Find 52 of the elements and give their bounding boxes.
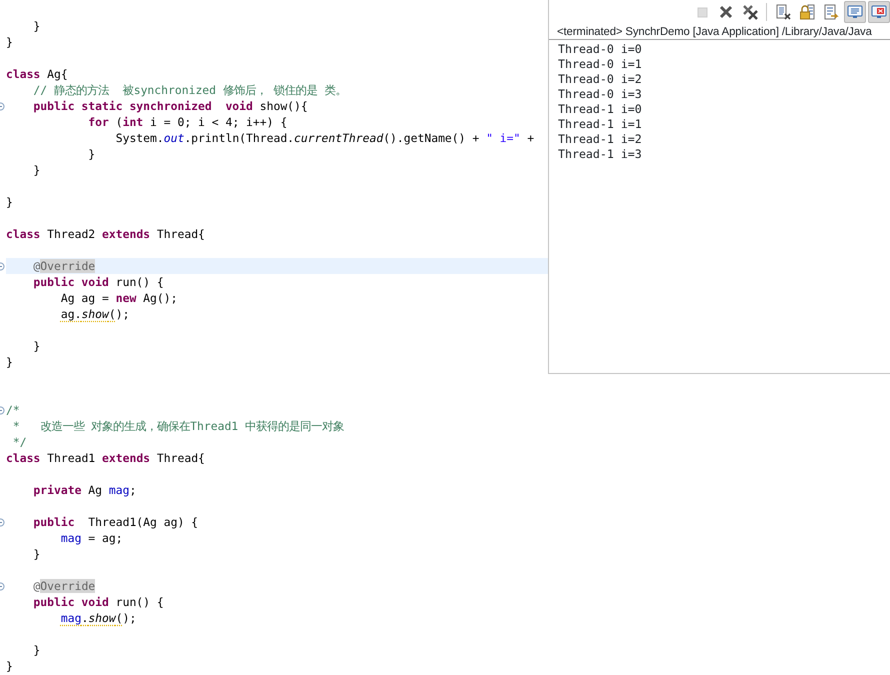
fold-icon[interactable]: [0, 406, 5, 414]
code-line: class Thread1 extends Thread{: [6, 450, 205, 466]
code-line: for (int i = 0; i < 4; i++) {: [87, 114, 288, 130]
fold-icon[interactable]: [0, 518, 5, 526]
monitor-error-button[interactable]: [868, 1, 890, 23]
code-line: }: [6, 34, 13, 50]
code-line: public Thread1(Ag ag) {: [32, 514, 198, 530]
fold-icon[interactable]: [0, 262, 5, 270]
code-line: }: [32, 18, 40, 34]
code-line: * 改造一些 对象的生成，确保在Thread1 中获得的是同一对象: [12, 418, 344, 434]
monitor-icon: [847, 4, 863, 20]
code-line: mag.show();: [60, 610, 136, 626]
document-x-icon: [775, 4, 791, 20]
console-output-line: Thread-1 i=0: [558, 102, 643, 117]
code-line: */: [12, 434, 27, 450]
code-line: // 静态的方法 被synchronized 修饰后， 锁住的是 类。: [32, 82, 347, 98]
code-line: public void run() {: [32, 594, 164, 610]
code-line: }: [6, 354, 13, 370]
code-line: mag = ag;: [60, 530, 123, 546]
code-line: public void run() {: [32, 274, 164, 290]
code-line: Ag ag = new Ag();: [60, 290, 178, 306]
code-line: }: [32, 162, 40, 178]
code-line: @Override: [32, 578, 96, 594]
code-line: }: [32, 642, 40, 658]
console-header: <terminated> SynchrDemo [Java Application] /Library/Java/Java: [549, 24, 890, 40]
code-line: class Thread2 extends Thread{: [6, 226, 205, 242]
console-output-line: Thread-1 i=1: [558, 117, 643, 132]
code-line: /*: [6, 402, 20, 418]
console-output-line: Thread-1 i=3: [558, 147, 643, 162]
code-line: }: [6, 194, 13, 210]
console-output-line: Thread-0 i=0: [558, 42, 643, 57]
console-output-line: Thread-0 i=1: [558, 57, 643, 72]
fold-icon[interactable]: [0, 582, 5, 590]
monitor-button[interactable]: [844, 1, 866, 23]
code-line: }: [6, 658, 13, 674]
code-line: ag.show();: [60, 306, 130, 322]
code-line: public static synchronized void show(){: [32, 98, 308, 114]
document-arrow-icon: [823, 4, 839, 20]
console-output-line: Thread-1 i=2: [558, 132, 643, 147]
console-output-line: Thread-0 i=2: [558, 72, 643, 87]
double-x-icon: [742, 4, 758, 20]
code-line: System.out.println(Thread.currentThread().getName() + " i=" +: [114, 130, 534, 146]
code-line: private Ag mag;: [32, 482, 136, 498]
code-line: }: [87, 146, 96, 162]
close-icon: [718, 4, 734, 20]
monitor-error-icon: [871, 4, 887, 20]
fold-icon[interactable]: [0, 102, 5, 110]
padlock-icon: [799, 4, 815, 20]
console-output-line: Thread-0 i=3: [558, 87, 643, 102]
code-line: }: [32, 338, 40, 354]
code-line: }: [32, 546, 40, 562]
code-line: class Ag{: [6, 66, 68, 82]
